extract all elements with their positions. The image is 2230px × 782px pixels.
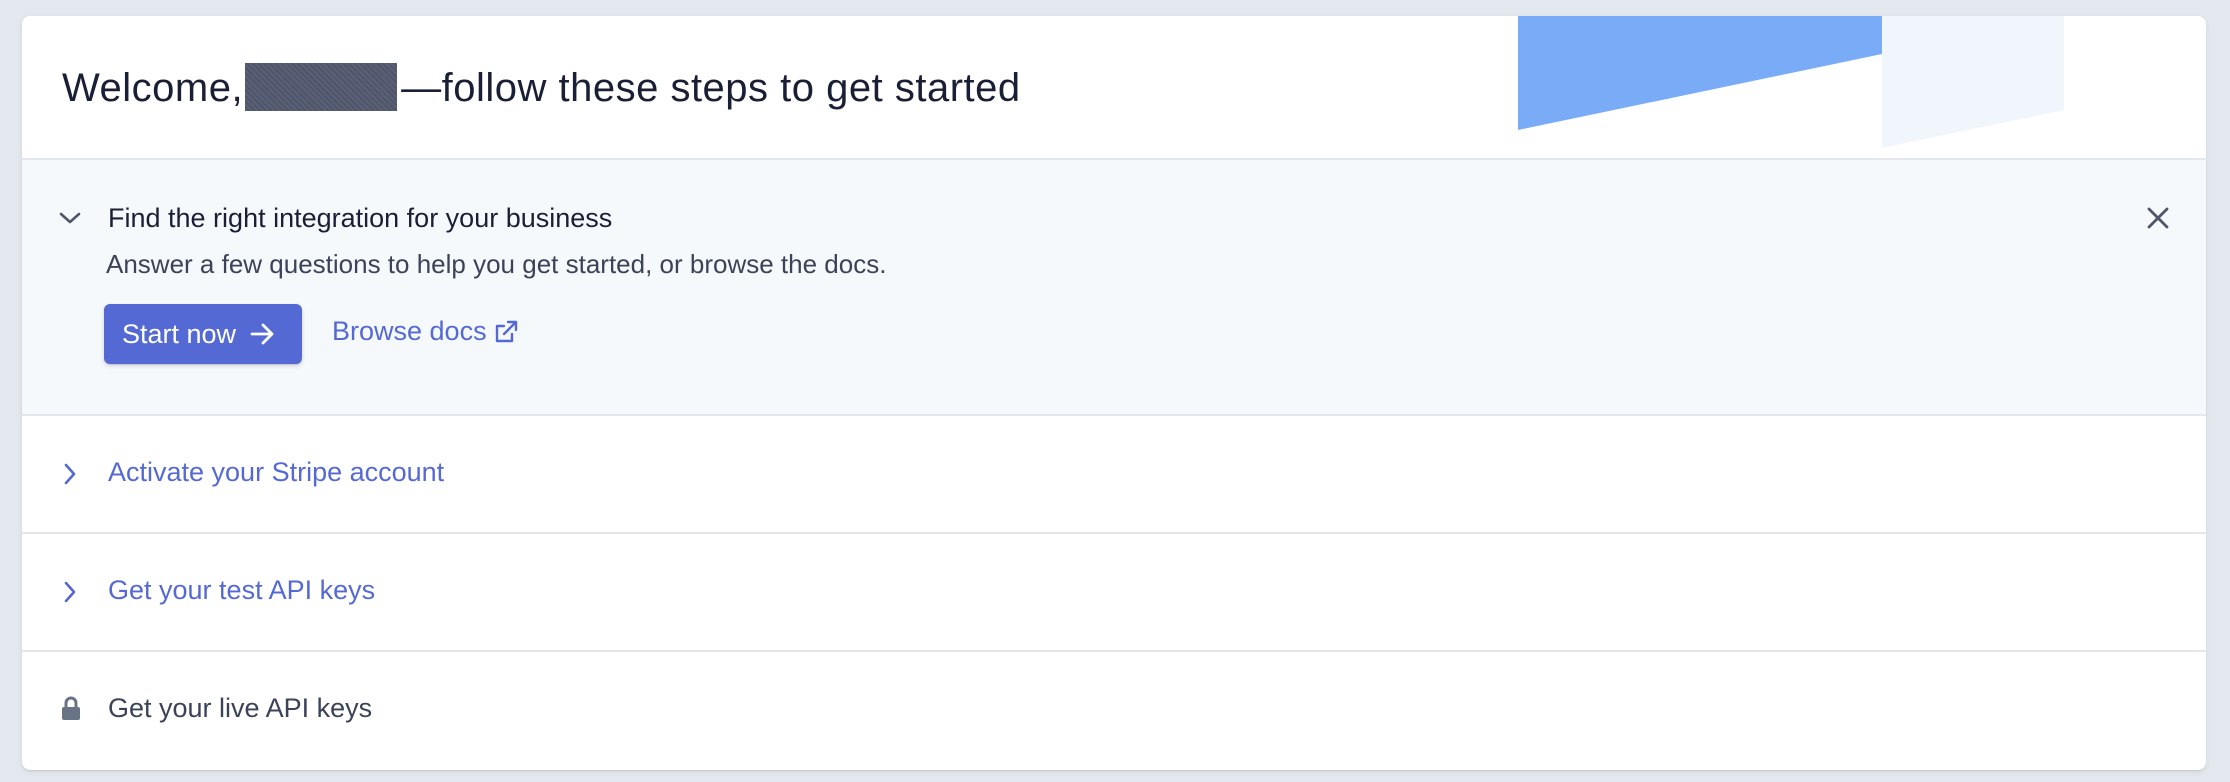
browse-docs-link[interactable]: Browse docs (332, 316, 519, 347)
redacted-user-name (245, 63, 398, 111)
lock-icon (60, 696, 82, 727)
chevron-right-icon (62, 462, 78, 491)
arrow-right-icon (250, 323, 274, 345)
integration-title: Find the right integration for your busi… (108, 203, 613, 233)
greeting-text: Welcome, (62, 66, 244, 110)
external-link-icon (495, 320, 517, 342)
decoration-shape-blue (1518, 16, 1882, 130)
step-test-api-keys-label[interactable]: Get your test API keys (108, 572, 375, 608)
getting-started-card: Welcome, —follow these steps to get start… (22, 16, 2206, 770)
decoration-shape-light (1882, 16, 2064, 148)
greeting-suffix: —follow these steps to get started (401, 66, 1021, 110)
browse-docs-label: Browse docs (332, 316, 487, 346)
close-icon[interactable] (2146, 206, 2170, 235)
integration-description: Answer a few questions to help you get s… (106, 249, 887, 279)
chevron-down-icon[interactable] (58, 210, 82, 231)
start-now-label: Start now (122, 318, 237, 349)
chevron-right-icon (62, 580, 78, 609)
step-live-api-keys-label: Get your live API keys (108, 693, 373, 723)
start-now-button[interactable]: Start now (104, 304, 302, 364)
step-test-api-keys[interactable]: Get your test API keys (22, 534, 2206, 652)
step-live-api-keys: Get your live API keys (22, 652, 2206, 768)
integration-section: Find the right integration for your busi… (22, 160, 2206, 416)
welcome-header: Welcome, —follow these steps to get start… (22, 16, 2206, 160)
step-activate-account[interactable]: Activate your Stripe account (22, 416, 2206, 534)
page-title: Welcome, —follow these steps to get start… (62, 60, 1021, 116)
step-activate-account-label[interactable]: Activate your Stripe account (108, 454, 444, 490)
